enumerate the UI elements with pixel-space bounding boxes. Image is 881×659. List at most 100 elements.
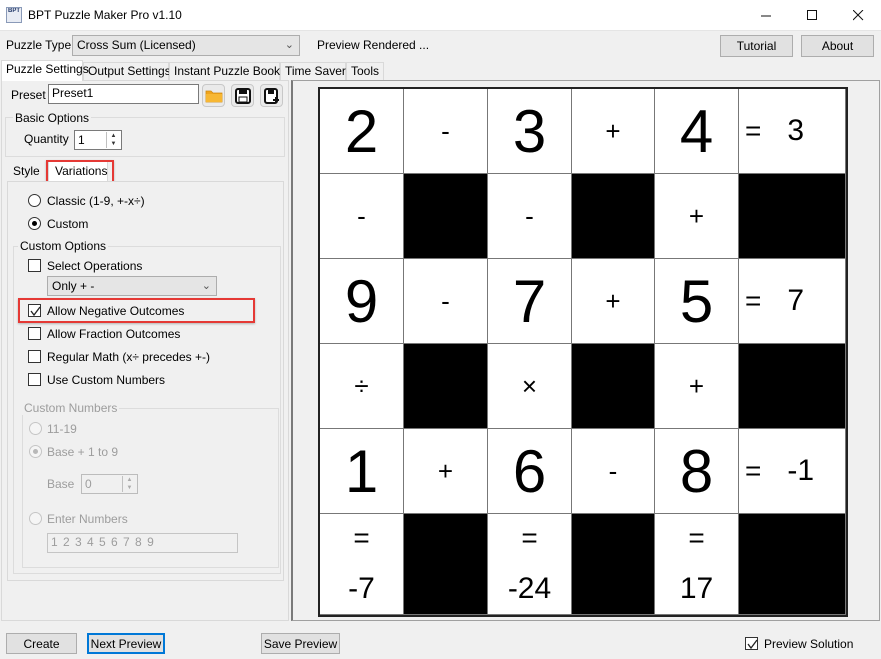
cell-operator: +	[688, 370, 705, 401]
result-value: -1	[787, 454, 815, 487]
app-icon-label: BPT	[8, 8, 20, 14]
custom-label: Custom	[47, 217, 89, 231]
enter-numbers-input[interactable]: 1 2 3 4 5 6 7 8 9	[47, 533, 238, 553]
cell-number: 9	[344, 267, 379, 335]
operator-cell: -	[488, 174, 572, 259]
spin-up-icon[interactable]: ▲	[123, 476, 136, 484]
chevron-down-icon: ⌄	[201, 280, 211, 292]
preset-label: Preset	[11, 88, 46, 102]
result-value: -7	[348, 572, 375, 605]
open-preset-button[interactable]	[202, 84, 225, 107]
subtab-style[interactable]: Style	[7, 162, 46, 181]
cell-operator: +	[605, 115, 621, 146]
status-text: Preview Rendered ...	[317, 38, 430, 52]
spin-down-icon[interactable]: ▼	[123, 484, 136, 492]
operator-cell: +	[572, 89, 655, 174]
quantity-spin-arrows[interactable]: ▲ ▼	[106, 132, 120, 148]
base-value: 0	[85, 477, 92, 491]
result-cell: = -1	[739, 429, 846, 514]
number-cell: 8	[655, 429, 739, 514]
cell-operator: -	[441, 285, 450, 316]
allow-fraction-outcomes-checkbox[interactable]	[28, 327, 41, 340]
result-cell: = 3	[739, 89, 846, 174]
puzzle-type-value: Cross Sum (Licensed)	[77, 38, 196, 52]
cell-number: 4	[679, 97, 714, 165]
range-11-19-radio[interactable]	[29, 422, 42, 435]
black-cell	[572, 514, 655, 615]
result-cell: = 7	[739, 259, 846, 344]
regular-math-checkbox[interactable]	[28, 350, 41, 363]
use-custom-numbers-checkbox[interactable]	[28, 373, 41, 386]
window-title: BPT Puzzle Maker Pro v1.10	[28, 8, 182, 22]
tab-output-settings[interactable]: Output Settings	[83, 62, 171, 80]
tutorial-button[interactable]: Tutorial	[720, 35, 793, 57]
base-stepper[interactable]: 0 ▲ ▼	[81, 474, 138, 494]
black-cell	[739, 514, 846, 615]
result-value: 7	[787, 284, 805, 317]
equals-sign: =	[745, 285, 762, 316]
operator-cell: -	[572, 429, 655, 514]
cell-operator: +	[605, 285, 621, 316]
cell-operator: ×	[521, 370, 538, 401]
next-preview-button[interactable]: Next Preview	[87, 633, 165, 654]
tab-time-saver[interactable]: Time Saver	[280, 62, 346, 80]
number-cell: 2	[320, 89, 404, 174]
equals-sign: =	[745, 455, 762, 486]
operations-dropdown[interactable]: Only + - ⌄	[47, 276, 217, 296]
number-cell: 4	[655, 89, 739, 174]
classic-label: Classic (1-9, +-x÷)	[47, 194, 145, 208]
tab-tools[interactable]: Tools	[346, 62, 384, 80]
base-label: Base	[47, 477, 75, 491]
about-button[interactable]: About	[801, 35, 874, 57]
preset-input[interactable]: Preset1	[48, 84, 199, 104]
tab-instant-puzzle-books[interactable]: Instant Puzzle Books	[169, 62, 286, 80]
allow-negative-outcomes-checkbox[interactable]	[28, 304, 41, 317]
save-as-icon	[263, 87, 279, 104]
maximize-button[interactable]	[789, 0, 835, 31]
base-spin-arrows[interactable]: ▲ ▼	[122, 476, 136, 492]
result-value: 17	[679, 572, 714, 605]
base-plus-radio[interactable]	[29, 445, 42, 458]
cell-number: 1	[344, 437, 379, 505]
allow-fraction-outcomes-label: Allow Fraction Outcomes	[47, 327, 181, 341]
number-cell: 1	[320, 429, 404, 514]
enter-numbers-radio[interactable]	[29, 512, 42, 525]
custom-radio[interactable]	[28, 217, 41, 230]
spin-up-icon[interactable]: ▲	[107, 132, 120, 140]
regular-math-label: Regular Math (x÷ precedes +-)	[47, 350, 210, 364]
spin-down-icon[interactable]: ▼	[107, 140, 120, 148]
operator-cell: ÷	[320, 344, 404, 429]
black-cell	[739, 174, 846, 259]
quantity-value: 1	[78, 133, 85, 147]
operator-cell: +	[404, 429, 488, 514]
save-preset-button[interactable]	[231, 84, 254, 107]
equals-sign: =	[745, 115, 762, 146]
operator-cell: +	[655, 344, 739, 429]
minimize-button[interactable]	[743, 0, 789, 31]
number-cell: 9	[320, 259, 404, 344]
number-cell: 3	[488, 89, 572, 174]
cell-number: 3	[512, 97, 547, 165]
save-preview-button[interactable]: Save Preview	[261, 633, 340, 654]
save-preset-as-button[interactable]	[260, 84, 283, 107]
chevron-down-icon: ⌄	[284, 39, 294, 51]
result-value: -24	[507, 572, 552, 605]
puzzle-grid: 2-3 +4 = 3- - +9-7 +5 = 7 ÷ × +1 +6-8 = -1 = -7 = -24 = 17	[318, 87, 848, 617]
result-cell: = -24	[488, 514, 572, 615]
classic-radio[interactable]	[28, 194, 41, 207]
black-cell	[739, 344, 846, 429]
tab-puzzle-settings[interactable]: Puzzle Settings	[1, 60, 89, 81]
close-icon	[852, 10, 863, 21]
use-custom-numbers-label: Use Custom Numbers	[47, 373, 166, 387]
select-operations-checkbox[interactable]	[28, 259, 41, 272]
create-button[interactable]: Create	[6, 633, 77, 654]
preview-solution-checkbox[interactable]	[745, 637, 758, 650]
close-button[interactable]	[835, 0, 881, 31]
operator-cell: +	[655, 174, 739, 259]
cell-operator: +	[437, 455, 454, 486]
quantity-label: Quantity	[24, 132, 69, 146]
select-operations-label: Select Operations	[47, 259, 143, 273]
maximize-icon	[806, 10, 817, 20]
puzzle-type-dropdown[interactable]: Cross Sum (Licensed) ⌄	[72, 35, 300, 56]
quantity-stepper[interactable]: 1 ▲ ▼	[74, 130, 122, 150]
